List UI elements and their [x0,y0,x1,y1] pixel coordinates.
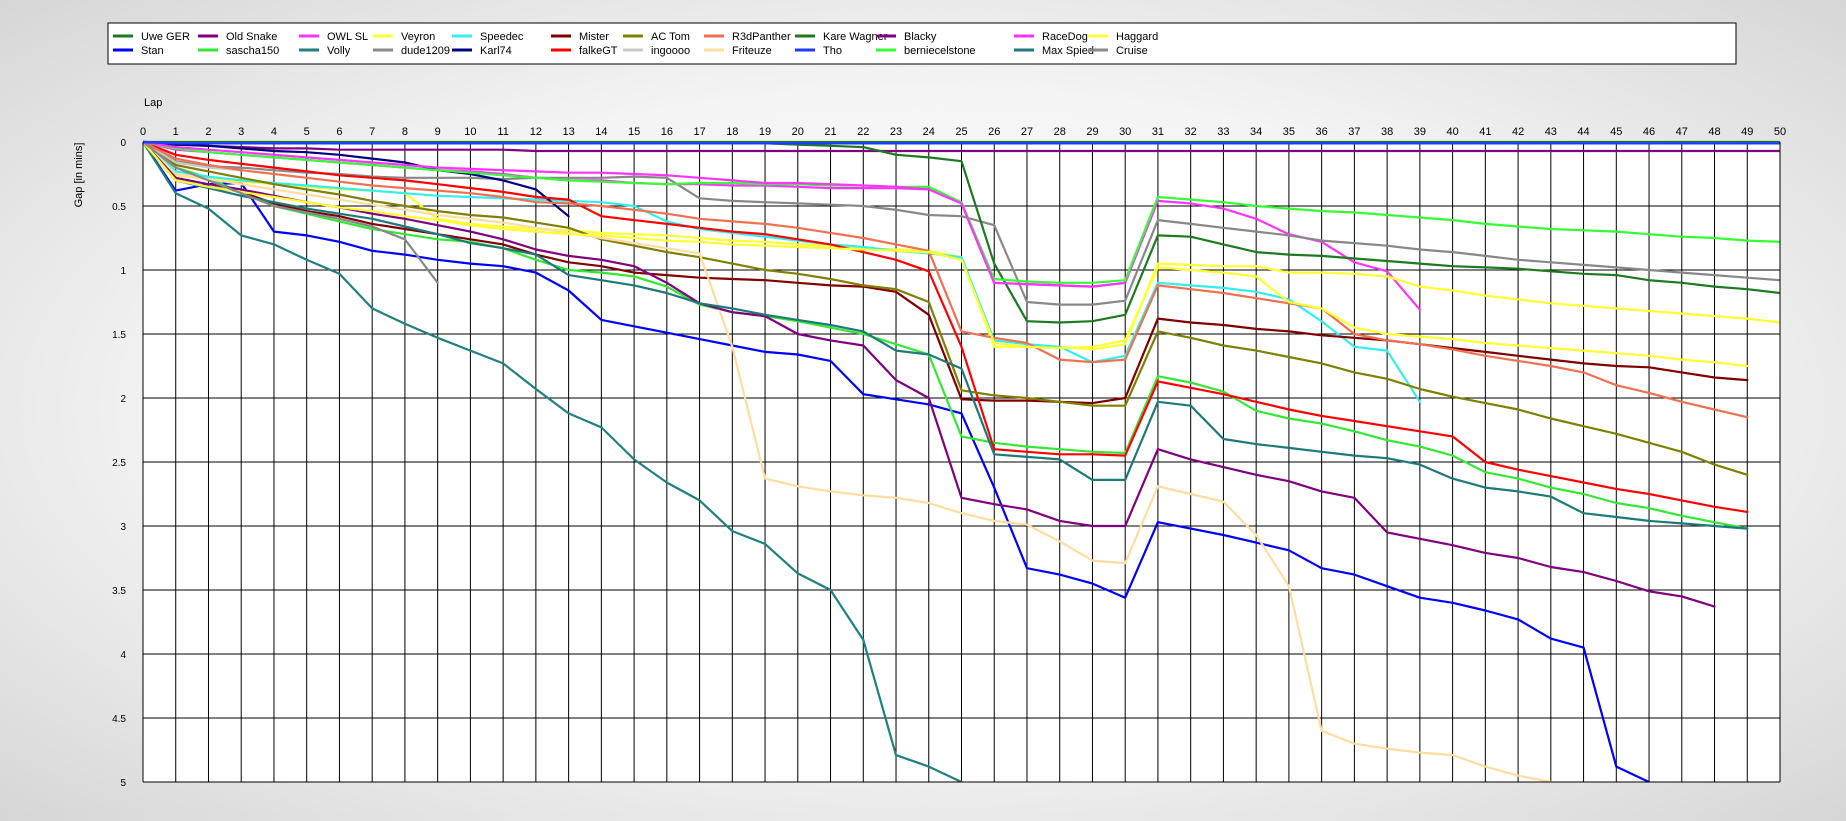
x-tick-label: 8 [402,126,408,138]
y-tick-label: 3.5 [112,586,126,597]
legend-label: RaceDog [1042,31,1088,43]
x-tick-label: 25 [955,126,967,138]
x-tick-label: 40 [1446,126,1458,138]
legend-label: Cruise [1116,45,1148,57]
legend-label: Uwe GER [141,31,190,43]
legend-label: R3dPanther [732,31,791,43]
x-tick-label: 0 [140,126,146,138]
legend-label: Speedec [480,31,524,43]
x-tick-label: 45 [1610,126,1622,138]
x-tick-label: 38 [1381,126,1393,138]
x-tick-label: 21 [824,126,836,138]
x-tick-label: 34 [1250,126,1262,138]
x-tick-label: 3 [238,126,244,138]
x-tick-label: 19 [759,126,771,138]
x-tick-label: 49 [1741,126,1753,138]
legend-box [107,22,1737,65]
x-tick-label: 46 [1643,126,1655,138]
y-tick-label: 4.5 [112,714,126,725]
x-tick-label: 5 [304,126,310,138]
x-tick-label: 2 [205,126,211,138]
x-tick-label: 17 [693,126,705,138]
x-tick-label: 30 [1119,126,1131,138]
chart-canvas: Uwe GER Stan Old Snake sascha150 OWL SL Volly… [73,22,1786,789]
x-tick-label: 28 [1054,126,1066,138]
legend-label: Karl74 [480,45,512,57]
legend-label: Mister [579,31,609,43]
x-tick-label: 47 [1676,126,1688,138]
x-tick-label: 41 [1479,126,1491,138]
y-tick-label: 4 [120,650,126,661]
legend-label: dude1209 [401,45,450,57]
x-tick-label: 24 [923,126,935,138]
x-tick-label: 4 [271,126,277,138]
x-tick-label: 23 [890,126,902,138]
x-tick-label: 10 [464,126,476,138]
y-tick-label: 1.5 [112,330,126,341]
x-tick-label: 20 [792,126,804,138]
x-tick-label: 29 [1086,126,1098,138]
x-tick-label: 33 [1217,126,1229,138]
y-tick-label: 2.5 [112,458,126,469]
x-tick-label: 26 [988,126,1000,138]
x-tick-label: 48 [1708,126,1720,138]
x-tick-label: 6 [336,126,342,138]
x-tick-label: 37 [1348,126,1360,138]
x-tick-label: 11 [497,126,508,138]
x-tick-label: 15 [628,126,640,138]
legend-label: Veyron [401,31,435,43]
x-tick-label: 44 [1577,126,1589,138]
x-tick-label: 36 [1316,126,1328,138]
legend-label: sascha150 [226,45,279,57]
x-tick-label: 22 [857,126,869,138]
y-axis-label: Gap [in mins] [73,143,85,208]
y-tick-label: 0.5 [112,202,126,213]
legend-label: falkeGT [579,45,618,57]
x-tick-label: 7 [369,126,375,138]
legend-label: berniecelstone [904,45,976,57]
legend-label: Old Snake [226,31,277,43]
legend-label: AC Tom [651,31,690,43]
x-tick-label: 32 [1185,126,1197,138]
legend-label: Friteuze [732,45,772,57]
x-tick-label: 16 [661,126,673,138]
x-tick-label: 50 [1774,126,1786,138]
x-tick-label: 35 [1283,126,1295,138]
legend-label: Max Spied [1042,45,1094,57]
legend-label: OWL SL [327,31,368,43]
y-tick-label: 5 [120,778,126,789]
x-tick-label: 31 [1152,126,1164,138]
x-tick-label: 42 [1512,126,1524,138]
y-tick-label: 0 [120,138,126,149]
x-tick-label: 18 [726,126,738,138]
x-tick-label: 12 [530,126,542,138]
y-tick-label: 2 [120,394,126,405]
x-tick-label: 13 [562,126,574,138]
x-tick-label: 39 [1414,126,1426,138]
y-tick-label: 3 [120,522,126,533]
legend-label: Haggard [1116,31,1158,43]
legend-label: ingoooo [651,45,690,57]
x-tick-label: 14 [595,126,607,138]
x-tick-label: 9 [435,126,441,138]
y-tick-label: 1 [120,266,126,277]
x-tick-label: 1 [173,126,179,138]
x-tick-label: 27 [1021,126,1033,138]
legend-label: Volly [327,45,351,57]
series-line-17 [143,140,1780,145]
legend-label: Tho [823,45,842,57]
x-axis-label: Lap [144,97,162,109]
lap-gap-chart: Uwe GER Stan Old Snake sascha150 OWL SL Volly… [0,0,1846,816]
x-tick-label: 43 [1545,126,1557,138]
legend-label: Stan [141,45,164,57]
legend-label: Blacky [904,31,937,43]
